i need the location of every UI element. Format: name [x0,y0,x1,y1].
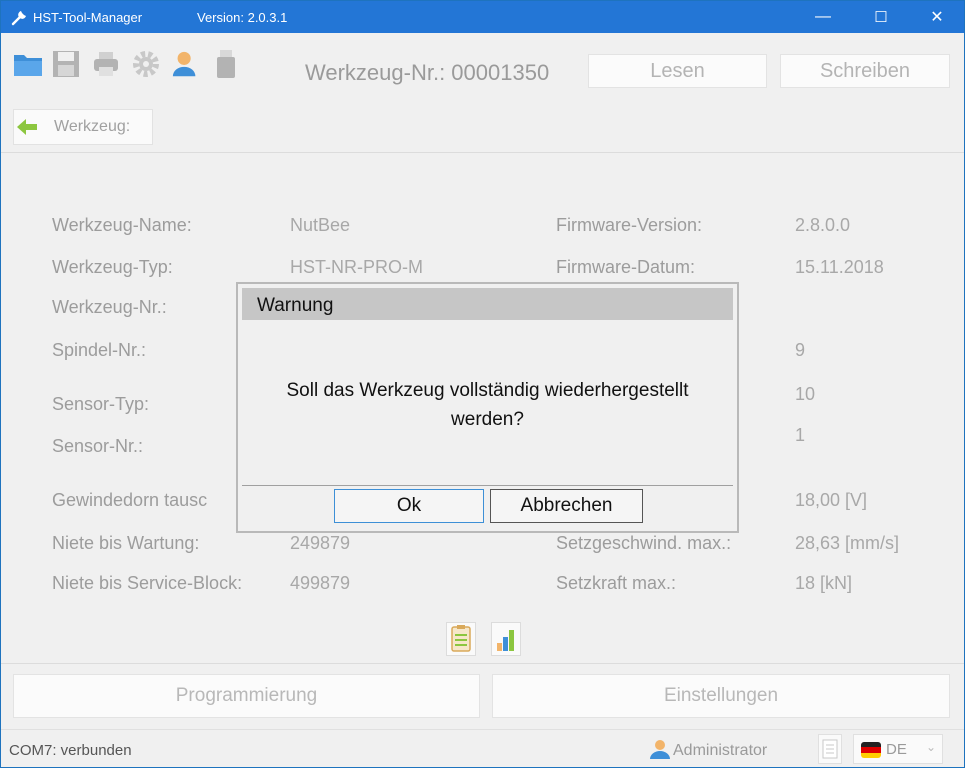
bar-chart-icon[interactable] [491,622,521,656]
rivets-until-service-value: 499879 [290,573,351,593]
sensor-number-label: Sensor-Nr.: [52,436,144,456]
settings-gear-icon[interactable] [131,48,161,80]
divider-bottom [1,663,964,664]
wrench-icon [11,11,26,26]
dialog-message-line2: werden? [451,409,524,430]
firmware-version-label: Firmware-Version: [556,215,703,235]
dialog-message-line1: Soll das Werkzeug vollständig wiederherg… [286,380,689,401]
german-flag-icon [861,742,881,758]
write-button[interactable]: Schreiben [780,54,950,88]
connection-status: COM7: verbunden [9,742,132,759]
divider [1,152,964,153]
breadcrumb-label: Werkzeug: [54,118,131,135]
close-button[interactable]: ✕ [914,1,960,33]
programming-button[interactable]: Programmierung [13,674,480,718]
main-window: HST-Tool-Manager Version: 2.0.3.1 — ☐ ✕ … [0,0,965,768]
dialog-message: Soll das Werkzeug vollständig wiederherg… [238,376,737,434]
status-bar: COM7: verbunden Administrator DE ⌄ [1,729,964,767]
title-bar: HST-Tool-Manager Version: 2.0.3.1 — ☐ ✕ [1,1,964,33]
tool-type-label: Werkzeug-Typ: [52,257,173,277]
settings-button[interactable]: Einstellungen [492,674,950,718]
app-title: HST-Tool-Manager [33,10,143,25]
open-folder-icon[interactable] [13,48,43,80]
mandrel-exchange-label: Gewindedorn tausc [52,490,208,510]
tool-name-value: NutBee [290,215,351,235]
dialog-header: Warnung [242,288,733,320]
setting-speed-max-label: Setzgeschwind. max.: [556,533,732,553]
checklist-icon[interactable] [446,622,476,656]
setting-speed-max-value: 28,63 [mm/s] [795,533,900,553]
rivets-until-maintenance-label: Niete bis Wartung: [52,533,200,553]
tool-name-label: Werkzeug-Name: [52,215,192,235]
rivets-until-service-label: Niete bis Service-Block: [52,573,243,593]
spindle-number-label: Spindel-Nr.: [52,340,147,360]
print-icon[interactable] [91,48,121,80]
warning-dialog: Warnung Soll das Werkzeug vollständig wi… [236,282,739,533]
rivets-until-maintenance-value: 249879 [290,533,351,553]
voltage-value: 18,00 [V] [795,490,868,510]
toolbar: Werkzeug-Nr.: 00001350 Lesen Schreiben [1,34,964,92]
current-user: Administrator [673,742,768,759]
right-value-9: 9 [795,340,806,360]
tool-number-label: Werkzeug-Nr.: [52,297,167,317]
cancel-button[interactable]: Abbrechen [490,489,643,523]
usb-stick-icon[interactable] [211,48,241,80]
firmware-version-value: 2.8.0.0 [795,215,851,235]
save-icon[interactable] [51,48,81,80]
document-icon[interactable] [818,734,842,764]
right-value-10: 10 [795,384,816,404]
ok-button[interactable]: Ok [334,489,484,523]
chevron-down-icon: ⌄ [926,740,937,754]
administrator-icon [650,740,670,759]
tool-type-value: HST-NR-PRO-M [290,257,423,277]
firmware-date-value: 15.11.2018 [795,257,884,277]
sensor-type-label: Sensor-Typ: [52,394,150,414]
back-arrow-icon[interactable] [16,117,38,137]
dialog-divider [242,485,733,486]
firmware-date-label: Firmware-Datum: [556,257,696,277]
setting-force-max-label: Setzkraft max.: [556,573,677,593]
breadcrumb[interactable]: Werkzeug: [13,109,153,145]
setting-force-max-value: 18 [kN] [795,573,853,593]
right-value-1: 1 [795,425,806,445]
minimize-button[interactable]: — [800,1,846,33]
user-icon[interactable] [171,48,201,80]
read-button[interactable]: Lesen [588,54,767,88]
app-version: Version: 2.0.3.1 [197,10,288,25]
tool-number: Werkzeug-Nr.: 00001350 [305,60,550,85]
language-code: DE [886,741,907,758]
maximize-button[interactable]: ☐ [858,1,904,33]
dialog-title: Warnung [257,295,334,316]
language-select[interactable]: DE ⌄ [853,734,943,764]
